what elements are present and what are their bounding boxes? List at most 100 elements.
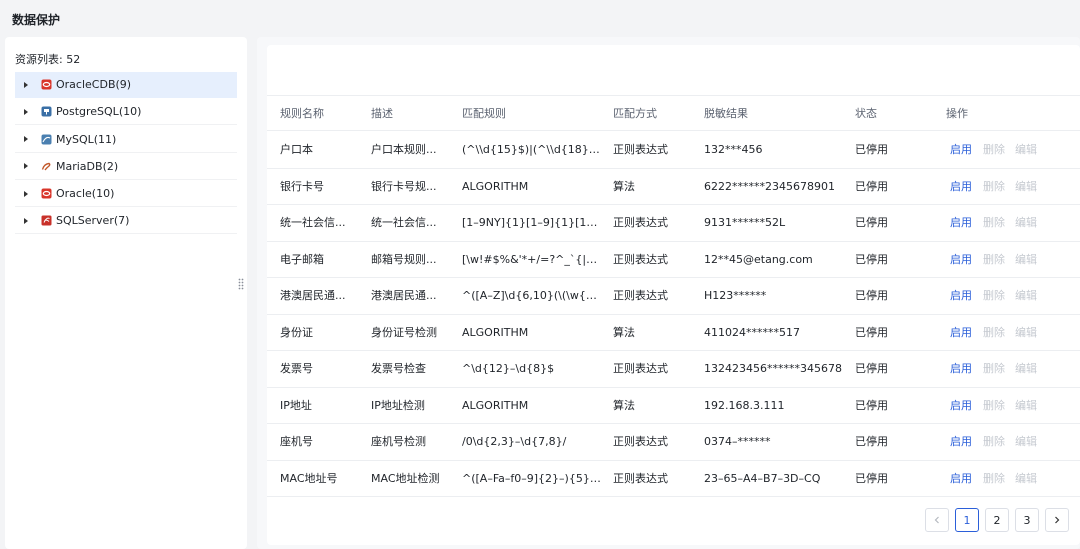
next-page-button[interactable] (1045, 508, 1069, 532)
cell-match-rule: ^\d{12}–\d{8}$ (462, 362, 555, 375)
edit-button: 编辑 (1015, 325, 1037, 339)
tree-item-label: MariaDB(2) (56, 159, 119, 173)
caret-right-icon[interactable] (19, 136, 33, 142)
cell-match-method: 算法 (613, 325, 635, 339)
tree-item-label: PostgreSQL(10) (56, 105, 142, 119)
edit-button: 编辑 (1015, 398, 1037, 412)
header-actions: 操作 (946, 107, 968, 120)
delete-button: 删除 (983, 289, 1005, 302)
enable-button[interactable]: 启用 (950, 278, 972, 314)
cell-status: 已停用 (855, 216, 888, 229)
tree-item-label: OracleCDB(9) (56, 78, 132, 91)
cell-match-method: 算法 (613, 179, 635, 193)
delete-button: 删除 (983, 179, 1005, 193)
cell-rule-name: 座机号 (280, 435, 313, 448)
mysql-icon (41, 134, 52, 145)
tree-item-oraclecdb[interactable]: OracleCDB(9) (15, 72, 237, 98)
cell-rule-name: 发票号 (280, 362, 313, 375)
cell-mask-result: 411024******517 (704, 325, 800, 339)
tree-item-label: MySQL(11) (56, 132, 117, 146)
cell-match-rule: ^([A–Z]\d{6,10}(\(\w{1}... (462, 289, 602, 302)
cell-mask-result: 23–65–A4–B7–3D–CQ (704, 471, 821, 485)
resource-tree: OracleCDB(9) PostgreSQL(10) MySQL(11) Maria… (15, 72, 237, 236)
cell-rule-name: 港澳居民通... (280, 289, 346, 302)
cell-mask-result: 9131******52L (704, 216, 786, 229)
cell-mask-result: 12**45@etang.com (704, 252, 813, 266)
enable-button[interactable]: 启用 (950, 132, 972, 168)
tree-item-mariadb[interactable]: MariaDB(2) (15, 154, 237, 180)
cell-description: 统一社会信... (371, 216, 437, 229)
cell-rule-name: IP地址 (280, 398, 312, 412)
tree-item-sqlserver[interactable]: SQLServer(7) (15, 208, 237, 235)
cell-match-rule: [1–9NY]{1}[1–9]{1}[1–6]{... (462, 216, 602, 229)
drag-handle-icon[interactable] (238, 278, 244, 290)
delete-button: 删除 (983, 398, 1005, 412)
delete-button: 删除 (983, 435, 1005, 448)
tree-item-label: SQLServer(7) (56, 214, 130, 228)
edit-button: 编辑 (1015, 471, 1037, 485)
cell-status: 已停用 (855, 362, 888, 375)
enable-button[interactable]: 启用 (950, 169, 972, 205)
header-status: 状态 (855, 107, 877, 120)
resource-count-label: 资源列表: 52 (15, 53, 81, 66)
enable-button[interactable]: 启用 (950, 461, 972, 497)
header-mask-result: 脱敏结果 (704, 107, 748, 120)
delete-button: 删除 (983, 362, 1005, 375)
cell-description: 身份证号检测 (371, 325, 437, 339)
header-description: 描述 (371, 107, 393, 120)
cell-description: 港澳居民通... (371, 289, 437, 302)
prev-page-button[interactable] (925, 508, 949, 532)
cell-match-method: 正则表达式 (613, 252, 668, 266)
cell-description: 发票号检查 (371, 362, 426, 375)
caret-right-icon[interactable] (19, 191, 33, 197)
delete-button: 删除 (983, 471, 1005, 485)
enable-button[interactable]: 启用 (950, 242, 972, 278)
tree-item-oracle[interactable]: Oracle(10) (15, 181, 237, 208)
page-button-2[interactable]: 2 (985, 508, 1009, 532)
chevron-left-icon (934, 516, 939, 524)
header-rule-name: 规则名称 (280, 107, 324, 120)
caret-right-icon[interactable] (19, 82, 33, 88)
cell-rule-name: MAC地址号 (280, 471, 338, 485)
cell-rule-name: 户口本 (280, 143, 313, 156)
edit-button: 编辑 (1015, 289, 1037, 302)
cell-mask-result: 192.168.3.111 (704, 398, 785, 412)
mariadb-icon (41, 161, 52, 172)
tree-item-postgresql[interactable]: PostgreSQL(10) (15, 99, 237, 126)
table-row: 电子邮箱 邮箱号规则... [\w!#$%&'*+/=?^_`{|}~... 正则表达… (267, 242, 1080, 278)
table-row: 身份证 身份证号检测 ALGORITHM 算法 411024******517 已停用 启用… (267, 315, 1080, 351)
caret-right-icon[interactable] (19, 109, 33, 115)
caret-right-icon[interactable] (19, 218, 33, 224)
table-row: 座机号 座机号检测/0\d{2,3}–\d{7,8}/ 正则表达式 0374–****… (267, 424, 1080, 461)
cell-mask-result: 0374–****** (704, 435, 771, 448)
table-row: 发票号 发票号检查 ^\d{12}–\d{8}$ 正则表达式 132423456****… (267, 351, 1080, 388)
enable-button[interactable]: 启用 (950, 315, 972, 351)
cell-description: 座机号检测 (371, 435, 426, 448)
cell-rule-name: 银行卡号 (280, 179, 324, 193)
page-title: 数据保护 (12, 13, 61, 27)
resource-panel: 资源列表: 52 OracleCDB(9) PostgreSQL(10) MySQL… (5, 37, 247, 549)
page-button-1[interactable]: 1 (955, 508, 979, 532)
sqlserver-icon (41, 215, 52, 226)
delete-button: 删除 (983, 325, 1005, 339)
header-match-rule: 匹配规则 (462, 107, 506, 120)
edit-button: 编辑 (1015, 179, 1037, 193)
tree-item-mysql[interactable]: MySQL(11) (15, 127, 237, 153)
enable-button[interactable]: 启用 (950, 205, 972, 241)
enable-button[interactable]: 启用 (950, 424, 972, 460)
chevron-right-icon (1055, 516, 1060, 524)
cell-description: 户口本规则... (371, 143, 437, 156)
cell-match-method: 正则表达式 (613, 289, 668, 302)
table-row: MAC地址号 MAC地址检测 ^([A–Fa–f0–9]{2}–){5}[... 正则… (267, 461, 1080, 497)
cell-mask-result: 132***456 (704, 143, 763, 156)
enable-button[interactable]: 启用 (950, 351, 972, 387)
caret-right-icon[interactable] (19, 163, 33, 169)
cell-match-method: 正则表达式 (613, 216, 668, 229)
cell-match-rule: /0\d{2,3}–\d{7,8}/ (462, 435, 567, 448)
page-button-3[interactable]: 3 (1015, 508, 1039, 532)
cell-status: 已停用 (855, 471, 888, 485)
enable-button[interactable]: 启用 (950, 388, 972, 424)
cell-match-method: 正则表达式 (613, 362, 668, 375)
cell-mask-result: H123****** (704, 289, 767, 302)
cell-description: 银行卡号规... (371, 179, 437, 193)
